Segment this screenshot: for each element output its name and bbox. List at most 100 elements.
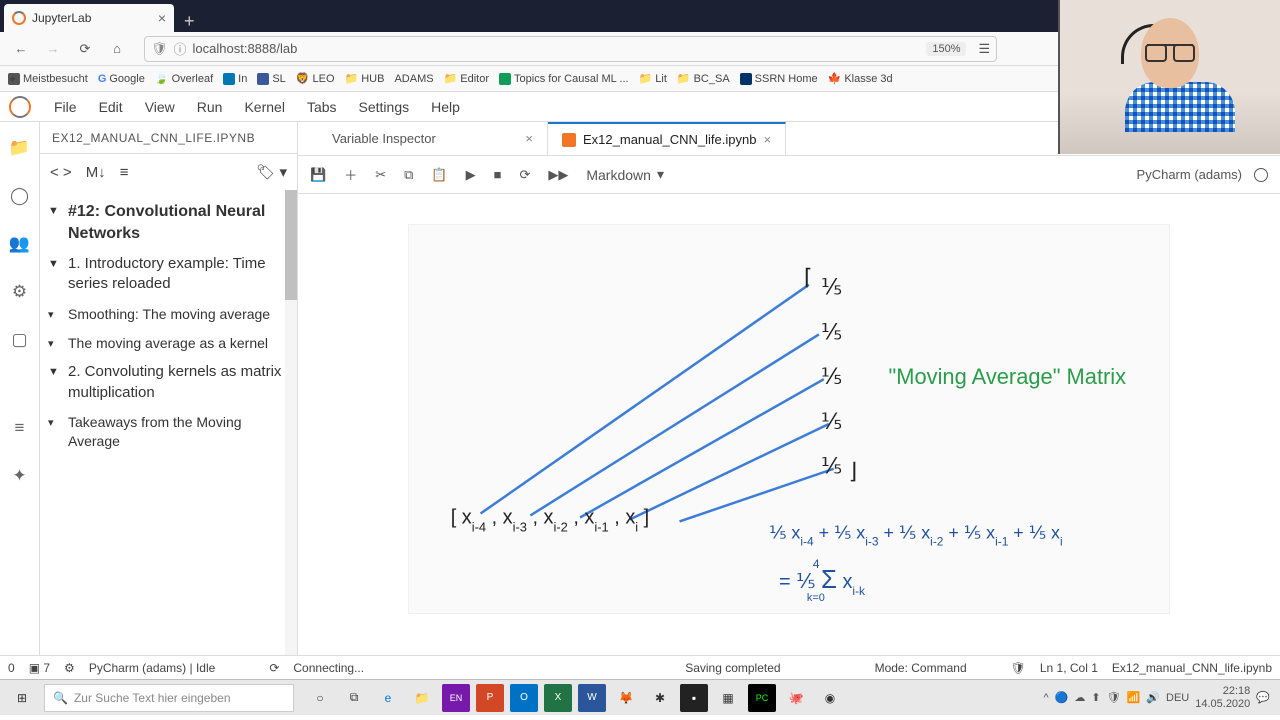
pycharm-icon[interactable]: PC (748, 684, 776, 712)
windows-search[interactable]: 🔍 Zur Suche Text hier eingeben (44, 684, 294, 712)
menu-kernel[interactable]: Kernel (244, 99, 284, 115)
tray-icon[interactable]: ⬆ (1091, 691, 1100, 704)
jupyter-logo[interactable] (0, 92, 40, 121)
gear-icon[interactable]: ⚙ (64, 661, 75, 675)
run-icon[interactable]: ▶ (466, 167, 476, 183)
app-icon[interactable]: ▦ (714, 684, 742, 712)
new-tab-button[interactable]: + (174, 11, 205, 32)
status-tabs[interactable]: 0 (8, 661, 15, 675)
git-icon[interactable]: 👥 (9, 234, 30, 254)
toc-entry[interactable]: ▾The moving average as a kernel (44, 329, 293, 358)
bookmark-item[interactable]: 🦁LEO (296, 72, 335, 85)
stop-icon[interactable]: ■ (494, 167, 502, 182)
word-icon[interactable]: W (578, 684, 606, 712)
wifi-icon[interactable]: 📶 (1127, 691, 1141, 704)
toc-entry[interactable]: ▼2. Convoluting kernels as matrix multip… (44, 357, 293, 408)
close-icon[interactable]: × (763, 132, 771, 147)
cortana-icon[interactable]: ○ (306, 684, 334, 712)
forward-button[interactable]: → (40, 36, 66, 62)
volume-icon[interactable]: 🔊 (1146, 691, 1160, 704)
tray-icon[interactable]: 🛡 (1107, 691, 1121, 704)
bookmark-item[interactable]: ADAMS (394, 73, 433, 85)
task-view-icon[interactable]: ⧉ (340, 684, 368, 712)
reader-icon[interactable]: ☰ (978, 41, 990, 57)
bookmark-item[interactable]: 🍃Overleaf (155, 72, 213, 85)
lang-indicator[interactable]: DEU (1166, 692, 1189, 704)
zoom-badge[interactable]: 150% (926, 42, 966, 56)
numbering-icon[interactable]: ≡ (120, 164, 129, 181)
home-button[interactable]: ⌂ (104, 36, 130, 62)
code-icon[interactable]: < > (50, 164, 72, 181)
menu-file[interactable]: File (54, 99, 77, 115)
left-panel-tab[interactable]: EX12_MANUAL_CNN_LIFE.IPYNB (40, 122, 297, 154)
powerpoint-icon[interactable]: P (476, 684, 504, 712)
bookmark-item[interactable]: 📁BC_SA (677, 72, 730, 85)
menu-tabs[interactable]: Tabs (307, 99, 337, 115)
reload-button[interactable]: ⟳ (72, 36, 98, 62)
menu-help[interactable]: Help (431, 99, 460, 115)
clock[interactable]: 22:18 14.05.2020 (1195, 685, 1250, 709)
extension-icon[interactable]: ✦ (12, 466, 26, 486)
firefox-icon[interactable]: 🦊 (612, 684, 640, 712)
close-icon[interactable]: × (158, 10, 166, 26)
menu-view[interactable]: View (145, 99, 175, 115)
doc-tab-varinspector[interactable]: Variable Inspector × (318, 122, 548, 155)
commands-icon[interactable]: ⚙ (12, 282, 27, 302)
save-icon[interactable]: 💾 (310, 167, 326, 183)
bookmark-item[interactable]: GGoogle (98, 73, 145, 85)
start-button[interactable]: ⊞ (4, 684, 40, 712)
cut-icon[interactable]: ✂ (375, 167, 386, 183)
toc-icon[interactable]: ≡ (15, 418, 25, 438)
toc-entry[interactable]: ▼1. Introductory example: Time series re… (44, 249, 293, 300)
restart-icon[interactable]: ⟳ (519, 167, 530, 183)
outlook-icon[interactable]: O (510, 684, 538, 712)
kernel-status-icon[interactable] (1254, 168, 1268, 182)
menu-run[interactable]: Run (197, 99, 223, 115)
tabs-icon[interactable]: ▢ (11, 330, 27, 350)
cell-type-select[interactable]: Markdown▾ (586, 166, 664, 183)
copy-icon[interactable]: ⧉ (404, 167, 413, 183)
doc-tab-notebook[interactable]: Ex12_manual_CNN_life.ipynb × (548, 122, 786, 155)
bookmark-item[interactable]: In (223, 73, 247, 85)
notifications-icon[interactable]: 💬 (1256, 691, 1270, 704)
toc-entry[interactable]: ▾Smoothing: The moving average (44, 300, 293, 329)
excel-icon[interactable]: X (544, 684, 572, 712)
tag-icon[interactable]: 🏷 ▾ (256, 163, 287, 181)
browser-tab[interactable]: JupyterLab × (4, 4, 174, 32)
scrollbar-thumb[interactable] (285, 190, 297, 300)
bookmark-item[interactable]: 📁Lit (639, 72, 667, 85)
explorer-icon[interactable]: 📁 (408, 684, 436, 712)
tray-icon[interactable]: 🔵 (1055, 691, 1069, 704)
bookmark-item[interactable]: ✦Meistbesucht (8, 73, 88, 85)
bookmark-item[interactable]: SSRN Home (740, 73, 818, 85)
bookmark-item[interactable]: Topics for Causal ML ... (499, 73, 629, 85)
notebook-content[interactable]: ⌈⅕ ⅕ ⅕ ⅕ ⅕⌋ [ xi-4 , xi-3 , xi-2 , xi-1 … (298, 194, 1280, 655)
kernel-name[interactable]: PyCharm (adams) (1137, 167, 1242, 182)
edge-icon[interactable]: e (374, 684, 402, 712)
menu-edit[interactable]: Edit (99, 99, 123, 115)
bookmark-item[interactable]: 📁HUB (345, 72, 385, 85)
tray-icon[interactable]: ☁ (1074, 691, 1085, 704)
bookmark-item[interactable]: 🍁Klasse 3d (828, 72, 893, 85)
toc-entry[interactable]: ▾Takeaways from the Moving Average (44, 408, 293, 456)
toc-entry[interactable]: ▼#12: Convolutional Neural Networks (44, 196, 293, 249)
folder-icon[interactable]: 📁 (9, 138, 30, 158)
bookmark-item[interactable]: SL (257, 73, 285, 85)
terminal-icon[interactable]: ▣ 7 (29, 661, 50, 675)
bookmark-item[interactable]: 📁Editor (444, 72, 489, 85)
shield-icon[interactable]: 🛡 (1011, 661, 1026, 675)
github-icon[interactable]: 🐙 (782, 684, 810, 712)
add-cell-icon[interactable]: ＋ (344, 165, 357, 184)
tray-chevron-icon[interactable]: ^ (1044, 692, 1049, 704)
slack-icon[interactable]: ✱ (646, 684, 674, 712)
markdown-icon[interactable]: M↓ (86, 164, 106, 181)
menu-settings[interactable]: Settings (359, 99, 410, 115)
onenote-icon[interactable]: EN (442, 684, 470, 712)
close-icon[interactable]: × (525, 131, 533, 146)
terminal-icon[interactable]: ▪ (680, 684, 708, 712)
obs-icon[interactable]: ◉ (816, 684, 844, 712)
run-all-icon[interactable]: ▶▶ (548, 167, 568, 183)
url-input[interactable]: 🛡 ⓘ localhost:8888/lab 150% ☰ (144, 36, 997, 62)
paste-icon[interactable]: 📋 (431, 167, 447, 183)
running-icon[interactable]: ◯ (10, 186, 29, 206)
